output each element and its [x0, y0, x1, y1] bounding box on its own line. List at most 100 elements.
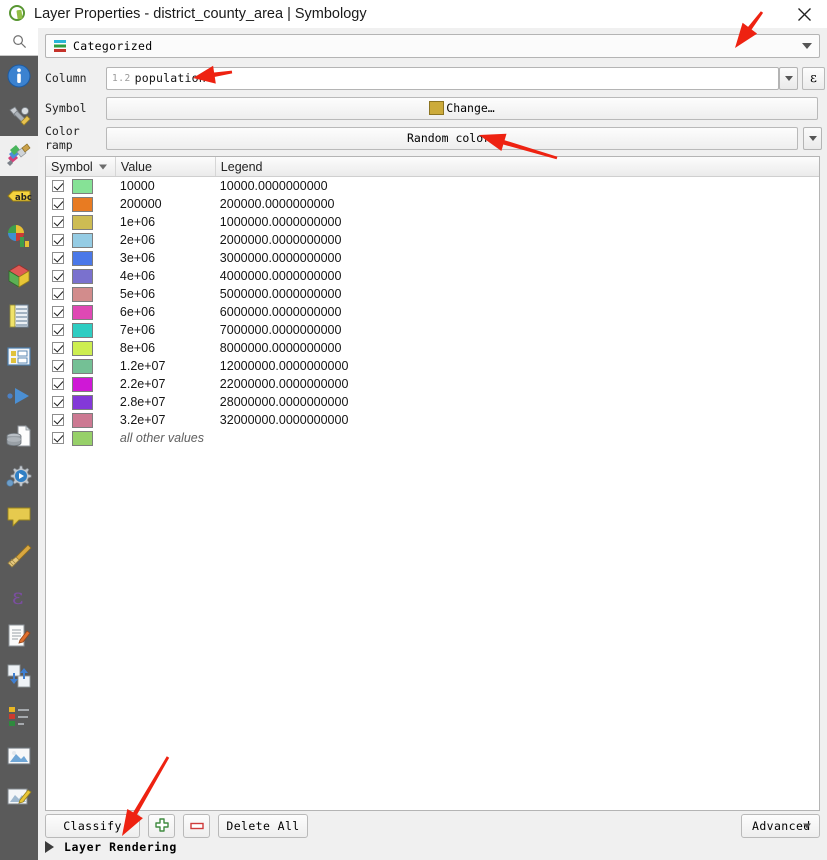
- table-row[interactable]: 3.2e+07 32000000.0000000000: [46, 411, 819, 429]
- sidebar-item-qgis-server[interactable]: [0, 736, 38, 776]
- row-checkbox[interactable]: [52, 342, 64, 354]
- renderer-type-combobox[interactable]: Categorized: [45, 34, 820, 58]
- legend-cell[interactable]: 10000.0000000000: [216, 179, 819, 193]
- sidebar-item-display[interactable]: [0, 496, 38, 536]
- legend-cell[interactable]: 1000000.0000000000: [216, 215, 819, 229]
- value-cell[interactable]: 3e+06: [116, 251, 216, 265]
- row-checkbox[interactable]: [52, 180, 64, 192]
- symbol-color-chip[interactable]: [72, 196, 93, 212]
- symbol-color-chip[interactable]: [72, 340, 93, 356]
- row-checkbox[interactable]: [52, 306, 64, 318]
- symbol-color-chip[interactable]: [72, 178, 93, 194]
- symbol-color-chip[interactable]: [72, 358, 93, 374]
- legend-cell[interactable]: 7000000.0000000000: [216, 323, 819, 337]
- sidebar-item-information[interactable]: [0, 56, 38, 96]
- row-checkbox[interactable]: [52, 432, 64, 444]
- remove-category-button[interactable]: [183, 814, 210, 838]
- symbol-color-chip[interactable]: [72, 412, 93, 428]
- row-checkbox[interactable]: [52, 234, 64, 246]
- sidebar-item-labels[interactable]: abc: [0, 176, 38, 216]
- legend-cell[interactable]: 12000000.0000000000: [216, 359, 819, 373]
- sidebar-item-joins[interactable]: [0, 376, 38, 416]
- symbol-color-chip[interactable]: [72, 250, 93, 266]
- row-checkbox[interactable]: [52, 396, 64, 408]
- table-row[interactable]: 10000 10000.0000000000: [46, 177, 819, 195]
- color-ramp-button[interactable]: Random colors: [106, 126, 798, 150]
- table-row[interactable]: 200000 200000.0000000000: [46, 195, 819, 213]
- table-row[interactable]: 5e+06 5000000.0000000000: [46, 285, 819, 303]
- row-checkbox[interactable]: [52, 216, 64, 228]
- legend-cell[interactable]: 5000000.0000000000: [216, 287, 819, 301]
- sidebar-item-source[interactable]: [0, 96, 38, 136]
- table-row[interactable]: 3e+06 3000000.0000000000: [46, 249, 819, 267]
- value-cell[interactable]: 5e+06: [116, 287, 216, 301]
- delete-all-button[interactable]: Delete All: [218, 814, 308, 838]
- value-cell[interactable]: 2.2e+07: [116, 377, 216, 391]
- row-checkbox[interactable]: [52, 378, 64, 390]
- value-cell[interactable]: 2e+06: [116, 233, 216, 247]
- table-row[interactable]: 1e+06 1000000.0000000000: [46, 213, 819, 231]
- sidebar-item-metadata[interactable]: [0, 616, 38, 656]
- symbol-color-chip[interactable]: [72, 268, 93, 284]
- symbol-color-chip[interactable]: [72, 322, 93, 338]
- value-cell[interactable]: 2.8e+07: [116, 395, 216, 409]
- row-checkbox[interactable]: [52, 360, 64, 372]
- row-checkbox[interactable]: [52, 414, 64, 426]
- symbol-color-chip[interactable]: [72, 394, 93, 410]
- table-row[interactable]: 2e+06 2000000.0000000000: [46, 231, 819, 249]
- sidebar-item-auxiliary-storage[interactable]: [0, 416, 38, 456]
- expression-button[interactable]: ε: [802, 66, 825, 90]
- row-checkbox[interactable]: [52, 198, 64, 210]
- sidebar-item-dependencies[interactable]: [0, 656, 38, 696]
- table-row[interactable]: 7e+06 7000000.0000000000: [46, 321, 819, 339]
- value-cell[interactable]: 1e+06: [116, 215, 216, 229]
- table-row[interactable]: 4e+06 4000000.0000000000: [46, 267, 819, 285]
- legend-cell[interactable]: 2000000.0000000000: [216, 233, 819, 247]
- sidebar-item-symbology[interactable]: [0, 136, 38, 176]
- table-row[interactable]: all other values: [46, 429, 819, 447]
- value-cell[interactable]: 10000: [116, 179, 216, 193]
- legend-cell[interactable]: 8000000.0000000000: [216, 341, 819, 355]
- legend-cell[interactable]: 22000000.0000000000: [216, 377, 819, 391]
- table-row[interactable]: 6e+06 6000000.0000000000: [46, 303, 819, 321]
- add-category-button[interactable]: [148, 814, 175, 838]
- symbol-color-chip[interactable]: [72, 304, 93, 320]
- color-ramp-dropdown-button[interactable]: [803, 126, 822, 150]
- column-header-value[interactable]: Value: [116, 157, 216, 176]
- legend-cell[interactable]: 6000000.0000000000: [216, 305, 819, 319]
- symbol-color-chip[interactable]: [72, 232, 93, 248]
- symbol-color-chip[interactable]: [72, 286, 93, 302]
- column-header-legend[interactable]: Legend: [216, 157, 819, 176]
- row-checkbox[interactable]: [52, 252, 64, 264]
- value-cell[interactable]: all other values: [116, 431, 216, 445]
- sidebar-item-actions[interactable]: [0, 456, 38, 496]
- symbol-color-chip[interactable]: [72, 376, 93, 392]
- sidebar-item-rendering[interactable]: [0, 536, 38, 576]
- value-cell[interactable]: 6e+06: [116, 305, 216, 319]
- sidebar-item-attributes-form[interactable]: [0, 336, 38, 376]
- row-checkbox[interactable]: [52, 270, 64, 282]
- sidebar-item-variables[interactable]: ε: [0, 576, 38, 616]
- column-dropdown-button[interactable]: [779, 66, 798, 90]
- row-checkbox[interactable]: [52, 288, 64, 300]
- legend-cell[interactable]: 4000000.0000000000: [216, 269, 819, 283]
- table-row[interactable]: 2.2e+07 22000000.0000000000: [46, 375, 819, 393]
- legend-cell[interactable]: 200000.0000000000: [216, 197, 819, 211]
- value-cell[interactable]: 4e+06: [116, 269, 216, 283]
- row-checkbox[interactable]: [52, 324, 64, 336]
- sidebar-item-digitizing[interactable]: [0, 776, 38, 816]
- value-cell[interactable]: 1.2e+07: [116, 359, 216, 373]
- close-icon[interactable]: [781, 0, 827, 28]
- advanced-button[interactable]: Advanced: [741, 814, 820, 838]
- legend-cell[interactable]: 32000000.0000000000: [216, 413, 819, 427]
- symbol-color-chip[interactable]: [72, 214, 93, 230]
- table-row[interactable]: 1.2e+07 12000000.0000000000: [46, 357, 819, 375]
- symbol-color-chip[interactable]: [72, 430, 93, 446]
- value-cell[interactable]: 7e+06: [116, 323, 216, 337]
- value-cell[interactable]: 200000: [116, 197, 216, 211]
- table-row[interactable]: 8e+06 8000000.0000000000: [46, 339, 819, 357]
- classify-button[interactable]: Classify: [45, 814, 140, 838]
- sidebar-item-3d-view[interactable]: [0, 256, 38, 296]
- value-cell[interactable]: 8e+06: [116, 341, 216, 355]
- column-field[interactable]: 1.2 population: [106, 66, 779, 90]
